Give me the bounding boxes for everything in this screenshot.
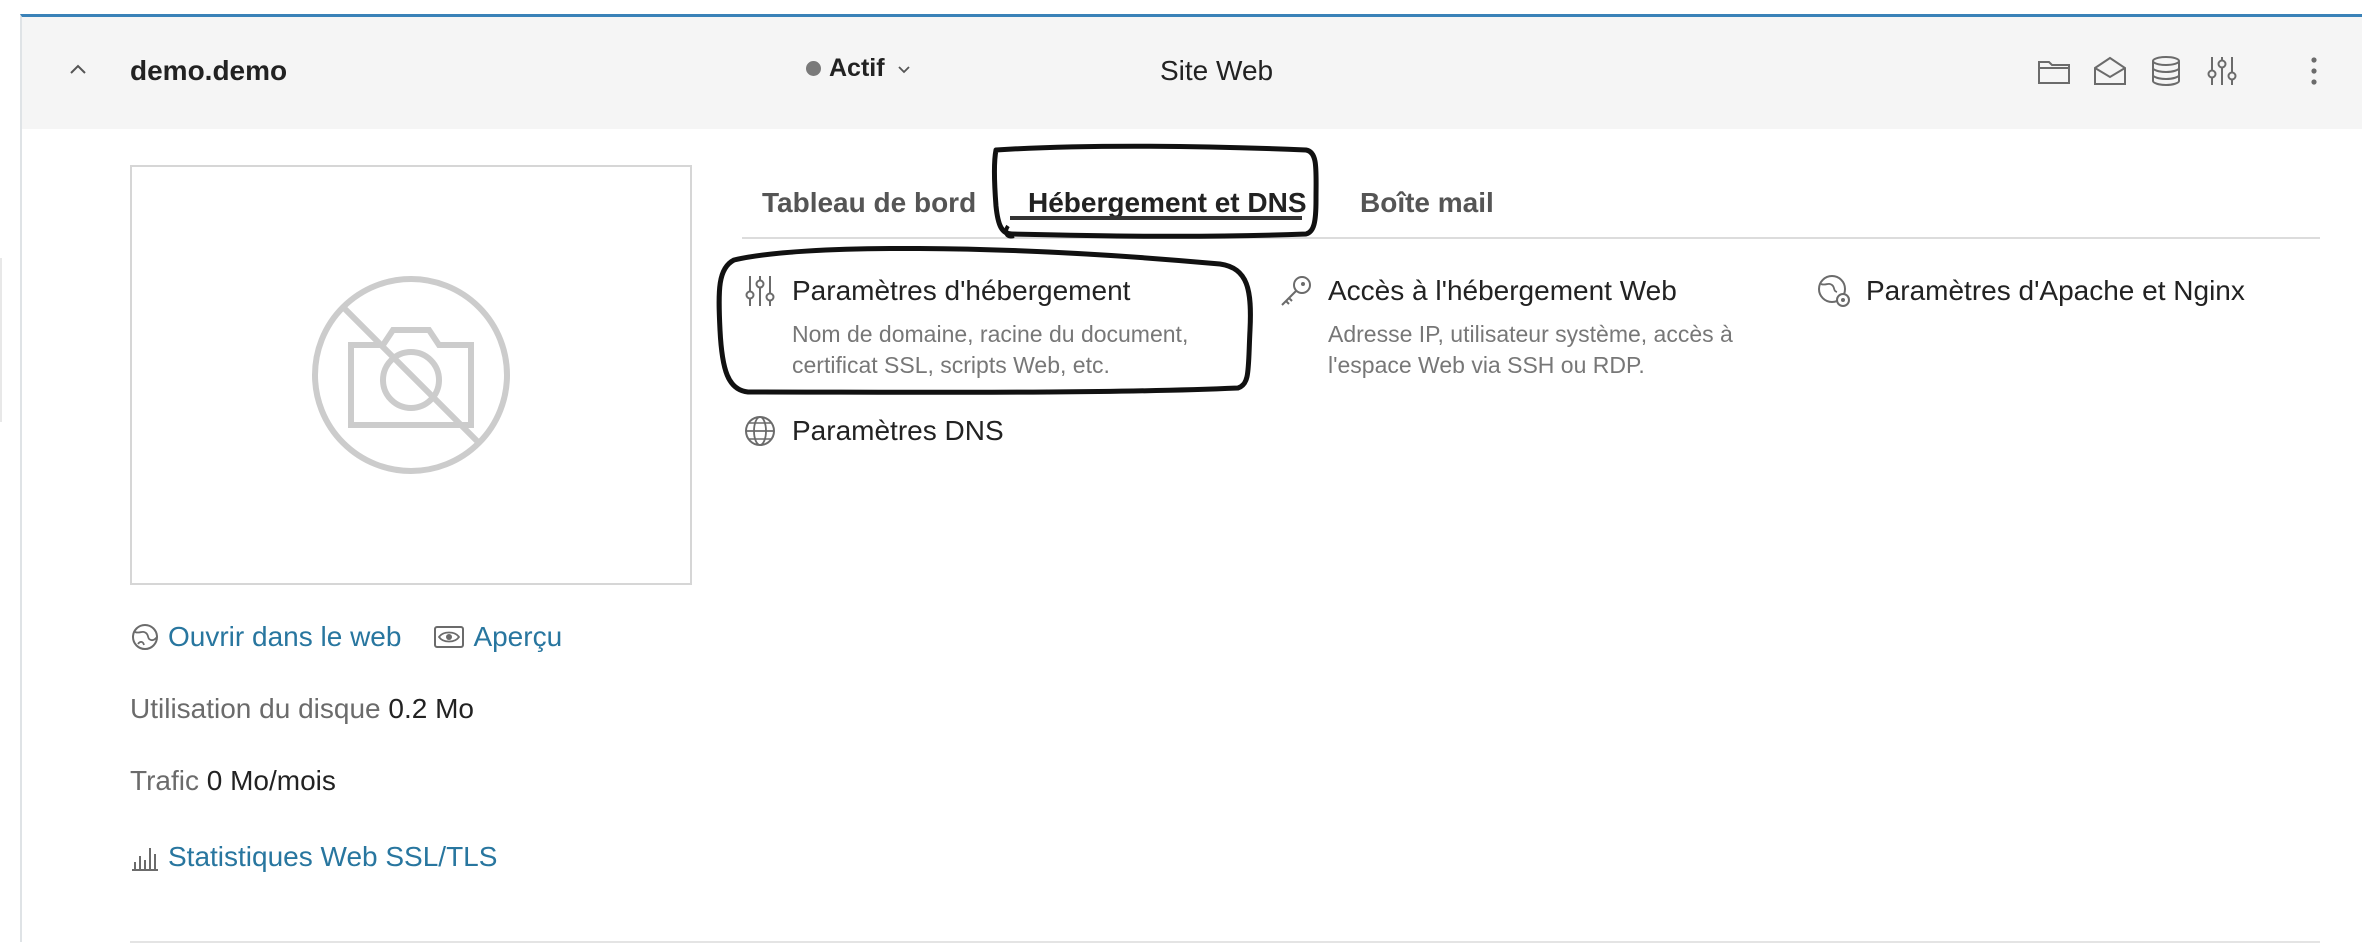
hosting-settings-title[interactable]: Paramètres d'hébergement: [792, 275, 1130, 307]
open-web-label: Ouvrir dans le web: [168, 621, 402, 652]
left-edge: [0, 0, 21, 942]
web-stats-label: Statistiques Web SSL/TLS: [168, 841, 498, 872]
dns-settings-title[interactable]: Paramètres DNS: [792, 415, 1004, 447]
site-type: Site Web: [1160, 55, 1274, 86]
open-web-link[interactable]: Ouvrir dans le web: [130, 621, 401, 653]
traffic-label: Trafic: [130, 765, 199, 796]
active-tab-indicator: [1010, 216, 1302, 220]
traffic: Trafic 0 Mo/mois: [130, 765, 336, 797]
chevron-down-icon: [897, 65, 910, 73]
web-hosting-access-item[interactable]: Accès à l'hébergement Web Adresse IP, ut…: [1278, 273, 1798, 393]
globe-icon: [745, 416, 775, 446]
hosting-settings-desc-line1: Nom de domaine, racine du document,: [792, 321, 1189, 347]
tab-bar: Tableau de bord Hébergement et DNS Boîte…: [742, 165, 2320, 239]
sliders-icon: [745, 276, 775, 306]
tab-hosting-dns[interactable]: Hébergement et DNS: [1028, 187, 1307, 219]
disk-usage: Utilisation du disque 0.2 Mo: [130, 693, 474, 725]
preview-links: Ouvrir dans le web Aperçu: [130, 621, 562, 653]
web-hosting-access-desc-line2: l'espace Web via SSH ou RDP.: [1328, 352, 1645, 378]
domain-card: demo.demo Actif Site Web Ouvrir dans le …: [20, 14, 2362, 943]
tab-dashboard[interactable]: Tableau de bord: [762, 187, 976, 219]
hosting-settings-desc-line2: certificat SSL, scripts Web, etc.: [792, 352, 1110, 378]
hosting-settings-description: Nom de domaine, racine du document, cert…: [792, 319, 1188, 381]
key-icon: [1281, 276, 1311, 306]
bar-chart-icon: [132, 848, 158, 871]
site-preview-thumbnail: [130, 165, 692, 585]
chevron-up-icon: [70, 64, 86, 74]
apache-nginx-settings-item[interactable]: Paramètres d'Apache et Nginx: [1816, 273, 2336, 323]
web-stats-link[interactable]: Statistiques Web SSL/TLS: [130, 841, 497, 873]
status-dropdown[interactable]: Actif: [806, 54, 911, 83]
camera-off-icon: [312, 276, 510, 474]
folder-icon[interactable]: [2034, 51, 2074, 91]
dns-settings-item[interactable]: Paramètres DNS: [742, 413, 1262, 463]
web-hosting-access-title[interactable]: Accès à l'hébergement Web: [1328, 275, 1677, 307]
collapse-button[interactable]: [60, 51, 96, 87]
mail-open-icon[interactable]: [2090, 51, 2130, 91]
traffic-value: 0 Mo/mois: [206, 765, 336, 796]
web-hosting-access-description: Adresse IP, utilisateur système, accès à…: [1328, 319, 1733, 381]
eye-icon: [434, 626, 465, 648]
globe-gear-icon: [1818, 275, 1850, 307]
apache-nginx-settings-title[interactable]: Paramètres d'Apache et Nginx: [1866, 275, 2245, 307]
more-vertical-icon[interactable]: [2294, 51, 2334, 91]
status-dot: [806, 61, 821, 76]
web-hosting-access-desc-line1: Adresse IP, utilisateur système, accès à: [1328, 321, 1733, 347]
preview-label: Aperçu: [473, 621, 563, 652]
status-label: Actif: [829, 54, 885, 82]
domain-name[interactable]: demo.demo: [130, 55, 287, 87]
hosting-settings-item[interactable]: Paramètres d'hébergement Nom de domaine,…: [742, 273, 1262, 393]
database-icon[interactable]: [2146, 51, 2186, 91]
sliders-icon[interactable]: [2202, 51, 2242, 91]
disk-usage-label: Utilisation du disque: [130, 693, 381, 724]
preview-link[interactable]: Aperçu: [433, 621, 562, 653]
left-edge-marker: [0, 258, 2, 422]
card-header: demo.demo Actif Site Web: [22, 17, 2362, 129]
disk-usage-value: 0.2 Mo: [388, 693, 474, 724]
tab-mailbox[interactable]: Boîte mail: [1360, 187, 1494, 219]
globe-icon: [132, 624, 158, 650]
